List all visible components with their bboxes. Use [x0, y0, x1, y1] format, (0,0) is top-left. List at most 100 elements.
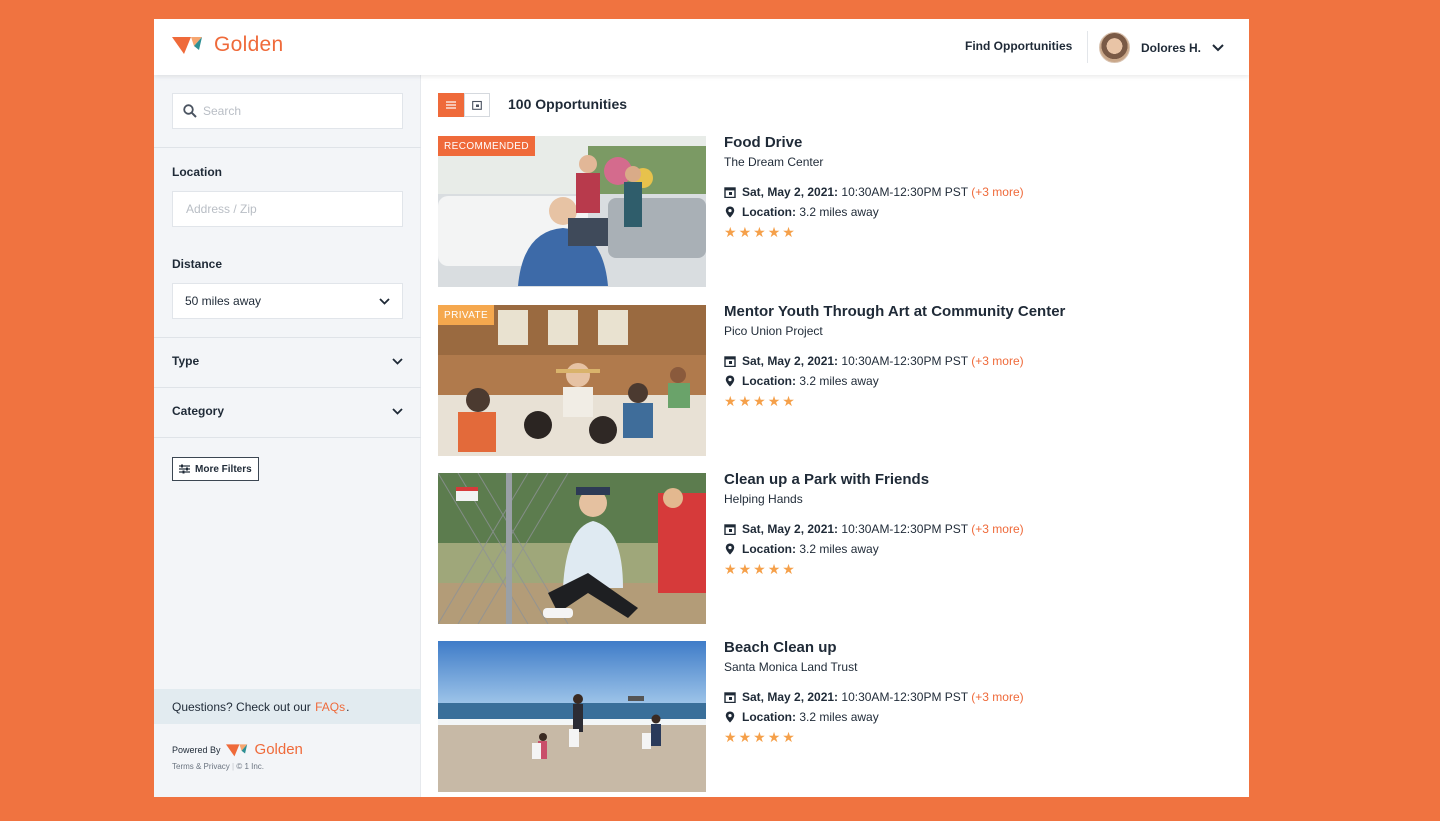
header-divider	[1087, 31, 1088, 63]
filter-sidebar: Location Distance 50 miles away Type Cat…	[154, 75, 421, 797]
time-range: 10:30AM-12:30PM PST	[841, 185, 968, 199]
powered-brand: Golden	[254, 741, 303, 758]
star-icon: ★	[724, 729, 737, 745]
more-dates-link[interactable]: (+3 more)	[971, 185, 1023, 199]
faq-text: Questions? Check out our	[172, 699, 311, 714]
star-icon: ★	[738, 393, 752, 409]
brand-name: Golden	[214, 33, 284, 56]
location-label: Location:	[742, 710, 796, 724]
park-cleanup-photo	[438, 473, 706, 624]
type-label: Type	[172, 354, 200, 368]
card-location: Location: 3.2 miles away	[724, 374, 1154, 388]
star-icon: ★	[782, 561, 795, 577]
star-icon: ★	[724, 561, 737, 577]
powered-by-label: Powered By	[172, 744, 221, 755]
location-pin-icon	[725, 543, 735, 555]
more-filters-label: More Filters	[195, 463, 252, 475]
calendar-icon	[724, 692, 736, 703]
opportunity-card[interactable]: Clean up a Park with Friends Helping Han…	[438, 471, 1158, 624]
star-icon: ★	[767, 224, 781, 240]
card-title[interactable]: Food Drive	[724, 134, 1154, 151]
view-toggle	[438, 93, 490, 117]
location-distance: 3.2 miles away	[799, 710, 879, 724]
sidebar-divider	[154, 147, 421, 148]
beach-cleanup-photo	[438, 641, 706, 792]
card-date: Sat, May 2, 2021: 10:30AM-12:30PM PST (+…	[724, 522, 1154, 536]
search-input[interactable]	[203, 104, 393, 118]
star-rating: ★ ★ ★ ★ ★	[724, 394, 1154, 408]
more-dates-link[interactable]: (+3 more)	[971, 690, 1023, 704]
location-field	[172, 191, 403, 227]
calendar-view-button[interactable]	[464, 93, 490, 117]
time-range: 10:30AM-12:30PM PST	[841, 354, 968, 368]
card-info: Mentor Youth Through Art at Community Ce…	[724, 303, 1154, 408]
location-pin-icon	[725, 375, 735, 387]
category-label: Category	[172, 404, 225, 418]
top-header: Golden Find Opportunities Dolores H.	[154, 19, 1249, 75]
card-location: Location: 3.2 miles away	[724, 710, 1154, 724]
card-org: The Dream Center	[724, 155, 824, 169]
faq-suffix: .	[346, 699, 350, 714]
legal-footer: Terms & Privacy | © 1 Inc.	[172, 762, 265, 771]
results-count: 100 Opportunities	[508, 96, 628, 112]
opportunity-card[interactable]: PRIVATE Mentor Youth Through Art at Comm…	[438, 303, 1158, 456]
card-org: Helping Hands	[724, 492, 803, 506]
star-icon: ★	[753, 561, 766, 577]
chevron-down-icon	[379, 297, 390, 305]
location-distance: 3.2 miles away	[799, 374, 879, 388]
list-view-button[interactable]	[438, 93, 464, 117]
faq-link[interactable]: FAQs	[315, 700, 345, 714]
card-image: PRIVATE	[438, 305, 706, 456]
chevron-down-icon	[392, 357, 403, 365]
location-label: Location	[172, 165, 222, 179]
time-range: 10:30AM-12:30PM PST	[841, 690, 968, 704]
location-label: Location:	[742, 374, 796, 388]
more-dates-link[interactable]: (+3 more)	[971, 522, 1023, 536]
brand-logo[interactable]: Golden	[172, 33, 284, 57]
star-icon: ★	[753, 393, 766, 409]
card-date: Sat, May 2, 2021: 10:30AM-12:30PM PST (+…	[724, 690, 1154, 704]
copyright: © 1 Inc.	[236, 762, 265, 771]
card-location: Location: 3.2 miles away	[724, 205, 1154, 219]
faq-banner: Questions? Check out our FAQs.	[154, 689, 421, 724]
distance-select[interactable]: 50 miles away	[172, 283, 403, 319]
distance-value: 50 miles away	[185, 294, 262, 308]
star-icon: ★	[738, 729, 752, 745]
terms-link[interactable]: Terms & Privacy	[172, 762, 230, 771]
calendar-icon	[724, 356, 736, 367]
type-filter-toggle[interactable]: Type	[172, 354, 403, 368]
food-drive-photo	[438, 136, 706, 287]
user-menu[interactable]: Dolores H.	[1099, 32, 1224, 63]
date-label: Sat, May 2, 2021:	[742, 185, 839, 199]
date-label: Sat, May 2, 2021:	[742, 522, 839, 536]
location-pin-icon	[725, 206, 735, 218]
location-input[interactable]	[186, 202, 376, 216]
star-icon: ★	[753, 729, 766, 745]
location-label: Location:	[742, 205, 796, 219]
calendar-icon	[472, 100, 482, 110]
star-icon: ★	[767, 561, 781, 577]
more-filters-button[interactable]: More Filters	[172, 457, 259, 481]
card-title[interactable]: Beach Clean up	[724, 639, 1154, 656]
find-opportunities-link[interactable]: Find Opportunities	[965, 39, 1072, 53]
golden-logo-icon	[225, 743, 247, 756]
card-title[interactable]: Mentor Youth Through Art at Community Ce…	[724, 303, 1154, 320]
card-org: Pico Union Project	[724, 324, 823, 338]
sidebar-divider	[154, 437, 421, 438]
card-image	[438, 473, 706, 624]
card-org: Santa Monica Land Trust	[724, 660, 858, 674]
card-date: Sat, May 2, 2021: 10:30AM-12:30PM PST (+…	[724, 185, 1154, 199]
star-icon: ★	[782, 393, 795, 409]
category-filter-toggle[interactable]: Category	[172, 404, 403, 418]
star-rating: ★ ★ ★ ★ ★	[724, 225, 1154, 239]
star-rating: ★ ★ ★ ★ ★	[724, 730, 1154, 744]
star-icon: ★	[724, 224, 737, 240]
opportunity-card[interactable]: Beach Clean up Santa Monica Land Trust S…	[438, 639, 1158, 792]
sidebar-divider	[154, 337, 421, 338]
date-label: Sat, May 2, 2021:	[742, 354, 839, 368]
more-dates-link[interactable]: (+3 more)	[971, 354, 1023, 368]
card-title[interactable]: Clean up a Park with Friends	[724, 471, 1154, 488]
opportunity-card[interactable]: RECOMMENDED Food Drive The Dream Center …	[438, 134, 1158, 287]
star-icon: ★	[767, 729, 781, 745]
calendar-icon	[724, 187, 736, 198]
